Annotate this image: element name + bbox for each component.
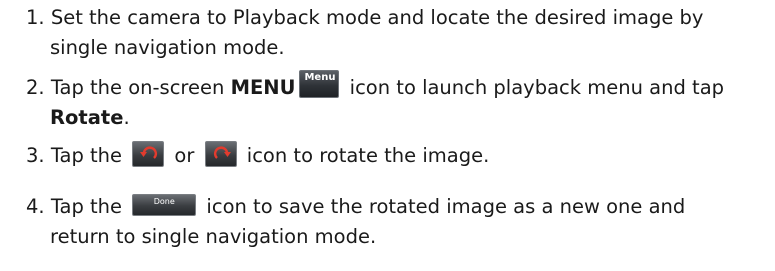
menu-label: MENU: [230, 76, 296, 99]
rotate-left-arrow: [140, 146, 158, 159]
step-3-line-1: 3. Tap the or icon to rotate the image.: [26, 140, 766, 171]
step-text-continued: single navigation mode.: [50, 36, 285, 59]
step-number: 4.: [26, 195, 45, 218]
step-text: icon to rotate the image.: [240, 144, 490, 167]
step-text: .: [123, 106, 130, 129]
list-item: 3. Tap the or icon to rotate the image.: [26, 140, 766, 171]
step-text: or: [168, 144, 201, 167]
step-text: Tap the: [50, 195, 129, 218]
step-text: Tap the on-screen: [50, 76, 231, 99]
instruction-list: 1. Set the camera to Playback mode and l…: [0, 0, 775, 271]
rotate-left-icon: [132, 140, 165, 167]
rotate-right-icon: [204, 140, 237, 167]
rotate-right-arrow: [213, 146, 231, 159]
menu-icon: Menu: [299, 69, 340, 98]
step-text: Set the camera to Playback mode and loca…: [50, 6, 704, 29]
step-2-line-1: 2. Tap the on-screen MENU Menu icon to la…: [26, 69, 766, 103]
step-text-continued: return to single navigation mode.: [50, 225, 377, 248]
menu-icon-label: Menu: [304, 71, 336, 83]
step-text: icon to launch playback menu and tap: [343, 76, 725, 99]
done-icon-label: Done: [153, 196, 175, 206]
step-2-line-2: Rotate.: [26, 103, 766, 133]
list-item: 4. Tap the Done icon to save the rotated…: [26, 192, 766, 252]
step-text: Tap the: [50, 144, 129, 167]
step-1-line-1: 1. Set the camera to Playback mode and l…: [26, 3, 766, 33]
done-button-icon: Done: [132, 193, 197, 216]
rotate-label: Rotate: [50, 106, 124, 129]
step-4-line-1: 4. Tap the Done icon to save the rotated…: [26, 192, 766, 222]
step-number: 2.: [26, 76, 45, 99]
list-item: 1. Set the camera to Playback mode and l…: [26, 3, 766, 63]
step-text: icon to save the rotated image as a new …: [200, 195, 686, 218]
step-number: 1.: [26, 6, 45, 29]
step-number: 3.: [26, 144, 45, 167]
list-item: 2. Tap the on-screen MENU Menu icon to la…: [26, 69, 766, 133]
